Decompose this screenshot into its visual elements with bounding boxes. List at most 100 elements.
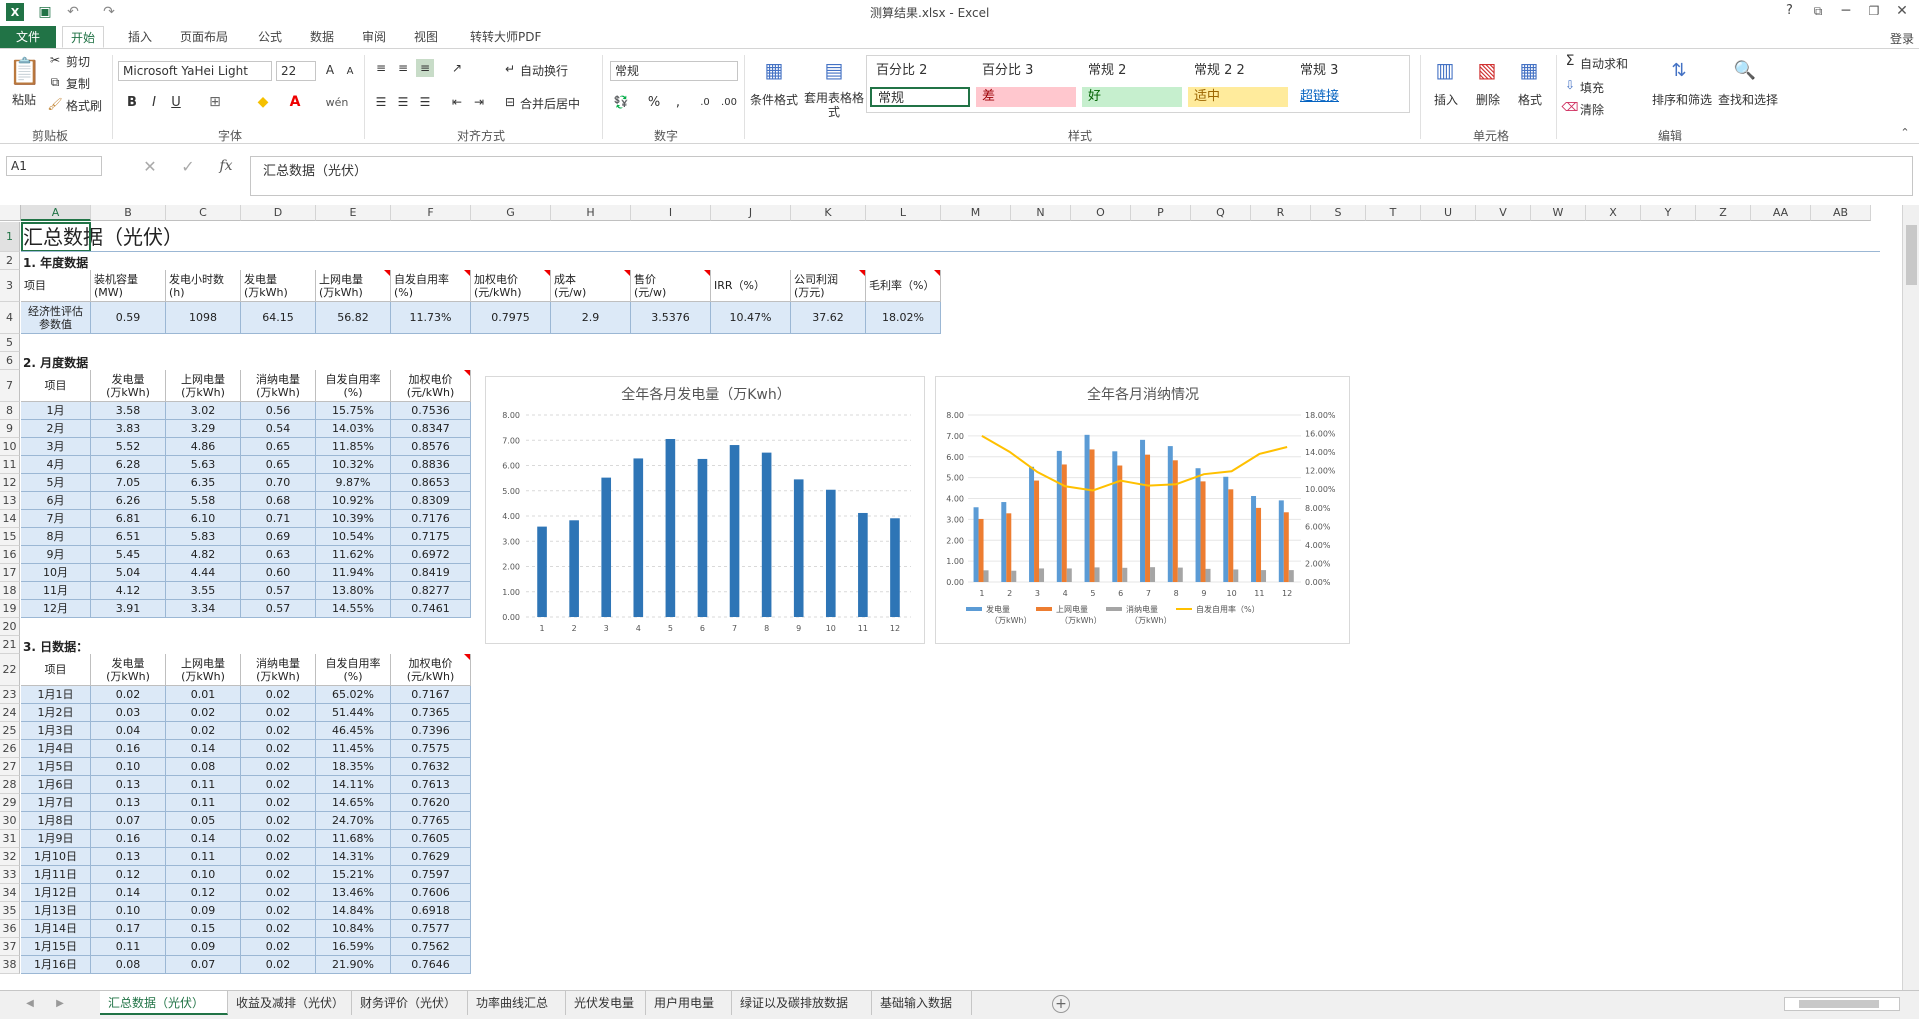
month-header-cell[interactable]: 自发自用率 (%): [316, 370, 391, 402]
annual-header-cell[interactable]: 售价 (元/w): [631, 270, 711, 302]
insert-cells-button[interactable]: 插入: [1434, 91, 1458, 108]
orientation-icon[interactable]: ↗: [448, 59, 466, 77]
day-data-cell[interactable]: 0.7562: [391, 938, 471, 956]
conditional-format-icon[interactable]: ▦: [760, 55, 788, 85]
row-header[interactable]: 3: [0, 270, 20, 302]
select-all-corner[interactable]: [0, 205, 21, 221]
tab-pdf[interactable]: 转转大师PDF: [462, 26, 549, 48]
day-data-cell[interactable]: 0.7606: [391, 884, 471, 902]
annual-header-cell[interactable]: 上网电量 (万kWh): [316, 270, 391, 302]
format-painter-icon[interactable]: 🖌: [47, 97, 62, 111]
day-header-cell[interactable]: 自发自用率 (%): [316, 654, 391, 686]
row-header[interactable]: 24: [0, 704, 20, 722]
day-header-cell[interactable]: 上网电量 (万kWh): [166, 654, 241, 686]
align-right-icon[interactable]: ☰: [416, 93, 434, 111]
day-data-cell[interactable]: 0.7620: [391, 794, 471, 812]
day-data-cell[interactable]: 0.7365: [391, 704, 471, 722]
month-data-cell[interactable]: 5.83: [166, 528, 241, 546]
row-header[interactable]: 11: [0, 456, 20, 474]
tab-page-layout[interactable]: 页面布局: [172, 26, 236, 48]
day-data-cell[interactable]: 0.11: [91, 938, 166, 956]
month-data-cell[interactable]: 0.69: [241, 528, 316, 546]
fill-icon[interactable]: ⇩: [1562, 77, 1578, 93]
row-header[interactable]: 5: [0, 334, 20, 352]
month-data-cell[interactable]: 9.87%: [316, 474, 391, 492]
annual-header-cell[interactable]: 毛利率（%）: [866, 270, 941, 302]
month-data-cell[interactable]: 14.03%: [316, 420, 391, 438]
help-button[interactable]: ?: [1786, 3, 1793, 18]
increase-decimal-icon[interactable]: .0: [696, 93, 714, 111]
row-header[interactable]: 21: [0, 636, 20, 654]
day-data-cell[interactable]: 10.84%: [316, 920, 391, 938]
day-data-cell[interactable]: 1月14日: [21, 920, 91, 938]
day-data-cell[interactable]: 0.02: [241, 686, 316, 704]
month-data-cell[interactable]: 7月: [21, 510, 91, 528]
day-data-cell[interactable]: 0.02: [241, 758, 316, 776]
month-data-cell[interactable]: 0.8836: [391, 456, 471, 474]
day-data-cell[interactable]: 1月2日: [21, 704, 91, 722]
close-icon[interactable]: ✕: [1894, 3, 1910, 19]
selected-cell-a1[interactable]: [21, 222, 91, 252]
day-data-cell[interactable]: 0.08: [166, 758, 241, 776]
annual-header-cell[interactable]: 项目: [21, 270, 91, 302]
scroll-sheets-right-icon[interactable]: ▶: [52, 995, 68, 1011]
style-percent-3[interactable]: 百分比 3: [976, 61, 1076, 81]
month-data-cell[interactable]: 3月: [21, 438, 91, 456]
column-header[interactable]: L: [866, 205, 941, 221]
autosum-icon[interactable]: Σ: [1562, 53, 1578, 69]
month-data-cell[interactable]: 5月: [21, 474, 91, 492]
column-header[interactable]: P: [1131, 205, 1191, 221]
month-data-cell[interactable]: 11月: [21, 582, 91, 600]
copy-button[interactable]: 复制: [66, 75, 90, 92]
column-header[interactable]: H: [551, 205, 631, 221]
format-cells-icon[interactable]: ▦: [1516, 55, 1542, 85]
day-data-cell[interactable]: 0.09: [166, 902, 241, 920]
redo-icon[interactable]: ↷: [100, 3, 118, 21]
align-center-icon[interactable]: ☰: [394, 93, 412, 111]
save-icon[interactable]: ▣: [36, 3, 54, 21]
day-data-cell[interactable]: 1月9日: [21, 830, 91, 848]
day-data-cell[interactable]: 1月12日: [21, 884, 91, 902]
month-data-cell[interactable]: 5.04: [91, 564, 166, 582]
bold-button[interactable]: B: [124, 93, 140, 111]
month-data-cell[interactable]: 0.6972: [391, 546, 471, 564]
font-size-select[interactable]: 22: [276, 61, 316, 81]
sheet-tab[interactable]: 汇总数据（光伏）: [100, 991, 228, 1015]
style-neutral[interactable]: 适中: [1188, 87, 1288, 107]
day-data-cell[interactable]: 1月13日: [21, 902, 91, 920]
day-data-cell[interactable]: 0.10: [91, 758, 166, 776]
wrap-text-icon[interactable]: ↵: [502, 61, 518, 77]
day-data-cell[interactable]: 0.7575: [391, 740, 471, 758]
annual-header-cell[interactable]: 加权电价 (元/kWh): [471, 270, 551, 302]
style-normal-3[interactable]: 常规 3: [1294, 61, 1394, 81]
copy-icon[interactable]: ⧉: [48, 75, 62, 89]
align-left-icon[interactable]: ☰: [372, 93, 390, 111]
fill-color-icon[interactable]: ◆: [254, 93, 272, 111]
day-data-cell[interactable]: 0.02: [241, 776, 316, 794]
month-data-cell[interactable]: 6.28: [91, 456, 166, 474]
day-data-cell[interactable]: 0.6918: [391, 902, 471, 920]
style-bad[interactable]: 差: [976, 87, 1076, 107]
annual-header-cell[interactable]: 公司利润 (万元): [791, 270, 866, 302]
day-data-cell[interactable]: 0.7765: [391, 812, 471, 830]
row-header[interactable]: 33: [0, 866, 20, 884]
day-header-cell[interactable]: 加权电价 (元/kWh): [391, 654, 471, 686]
month-data-cell[interactable]: 0.8277: [391, 582, 471, 600]
month-data-cell[interactable]: 3.83: [91, 420, 166, 438]
month-data-cell[interactable]: 0.54: [241, 420, 316, 438]
horizontal-scrollbar[interactable]: [1784, 997, 1900, 1011]
day-data-cell[interactable]: 0.02: [241, 830, 316, 848]
month-data-cell[interactable]: 11.85%: [316, 438, 391, 456]
day-header-cell[interactable]: 项目: [21, 654, 91, 686]
day-data-cell[interactable]: 0.02: [241, 866, 316, 884]
formula-input[interactable]: 汇总数据（光伏）: [250, 156, 1913, 196]
month-data-cell[interactable]: 3.02: [166, 402, 241, 420]
column-header[interactable]: V: [1476, 205, 1531, 221]
annual-value-cell[interactable]: 56.82: [316, 302, 391, 334]
clear-icon[interactable]: ⌫: [1562, 99, 1579, 115]
day-data-cell[interactable]: 0.11: [166, 794, 241, 812]
day-data-cell[interactable]: 0.02: [241, 902, 316, 920]
day-data-cell[interactable]: 0.12: [166, 884, 241, 902]
day-data-cell[interactable]: 0.02: [241, 704, 316, 722]
day-data-cell[interactable]: 0.7629: [391, 848, 471, 866]
